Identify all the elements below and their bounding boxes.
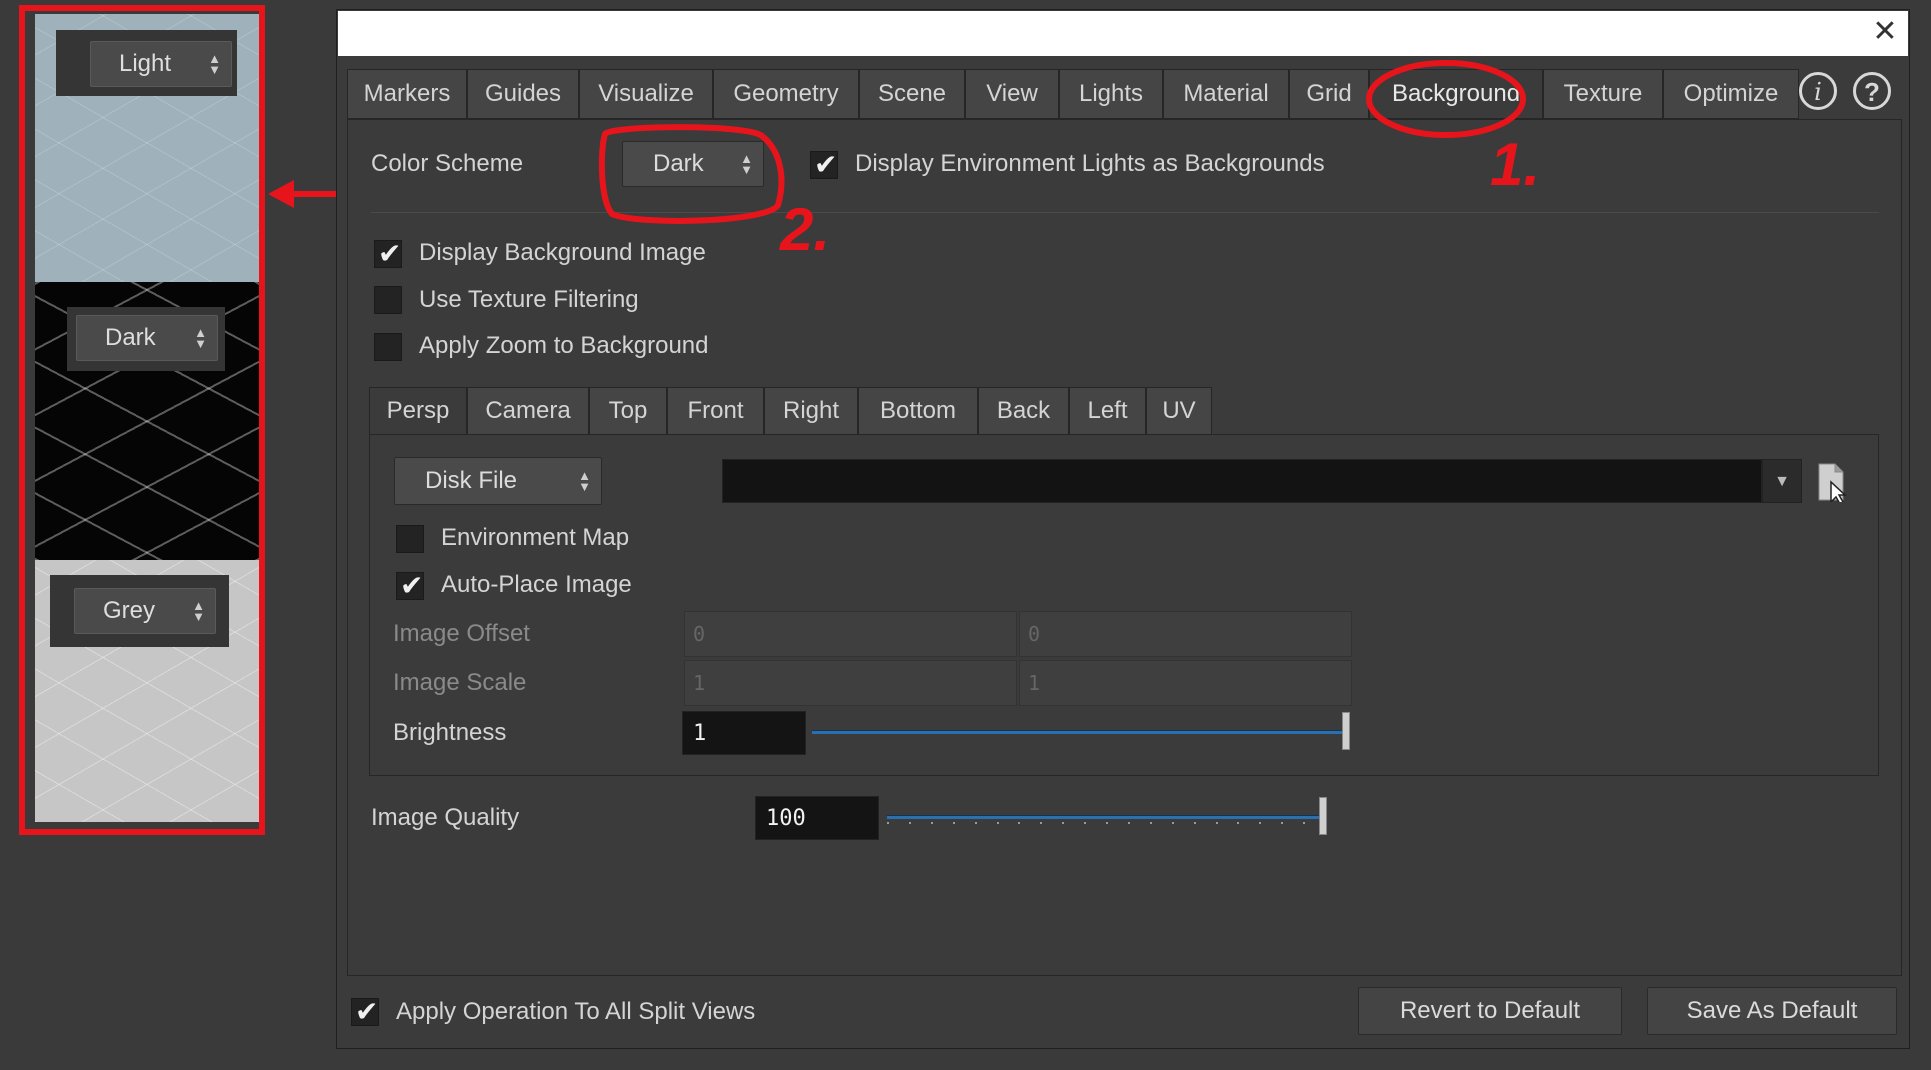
image-quality-ticks xyxy=(887,822,1327,826)
apply-zoom-checkbox[interactable] xyxy=(374,333,402,361)
texture-filtering-checkbox[interactable] xyxy=(374,286,402,314)
tab-geometry[interactable]: Geometry xyxy=(713,69,859,119)
tab-uv[interactable]: UV xyxy=(1146,387,1212,435)
image-scale-label: Image Scale xyxy=(393,669,527,696)
slider-tick xyxy=(952,822,955,824)
apply-all-splits-label: Apply Operation To All Split Views xyxy=(396,998,756,1025)
image-quality-label: Image Quality xyxy=(371,804,520,831)
file-chooser-icon[interactable] xyxy=(1817,462,1847,502)
tab-view[interactable]: View xyxy=(965,69,1059,119)
tab-material[interactable]: Material xyxy=(1163,69,1289,119)
tab-front[interactable]: Front xyxy=(667,387,764,435)
tab-grid[interactable]: Grid xyxy=(1289,69,1369,119)
auto-place-label: Auto-Place Image xyxy=(441,571,632,598)
slider-tick xyxy=(1127,822,1130,824)
slider-tick xyxy=(1018,822,1021,824)
image-path-input[interactable] xyxy=(722,459,1762,503)
tab-camera[interactable]: Camera xyxy=(467,387,589,435)
tab-texture[interactable]: Texture xyxy=(1543,69,1663,119)
path-history-dropdown[interactable]: ▼ xyxy=(1762,459,1802,503)
color-scheme-value: Dark xyxy=(653,150,704,177)
image-quality-slider-track[interactable] xyxy=(887,815,1325,819)
slider-tick xyxy=(1106,822,1108,824)
info-icon[interactable]: i xyxy=(1799,72,1837,110)
slider-tick xyxy=(1281,822,1284,824)
color-scheme-dropdown[interactable]: Dark ▲ ▼ xyxy=(622,141,764,187)
slider-tick xyxy=(1040,822,1043,824)
brightness-slider-handle[interactable] xyxy=(1342,712,1350,750)
tab-markers[interactable]: Markers xyxy=(347,69,467,119)
brightness-label: Brightness xyxy=(393,719,507,746)
tab-visualize[interactable]: Visualize xyxy=(579,69,713,119)
image-quality-input[interactable]: 100 xyxy=(755,796,879,840)
image-quality-slider-handle[interactable] xyxy=(1319,797,1327,835)
step-2-annotation: 2. xyxy=(780,196,831,263)
image-offset-label: Image Offset xyxy=(393,620,530,647)
env-lights-bg-checkbox[interactable] xyxy=(810,148,838,181)
tab-scene[interactable]: Scene xyxy=(859,69,965,119)
slider-tick xyxy=(908,822,911,824)
env-lights-bg-label: Display Environment Lights as Background… xyxy=(855,150,1325,177)
image-source-dropdown[interactable]: Disk File ▲ ▼ xyxy=(394,457,602,505)
tab-left[interactable]: Left xyxy=(1069,387,1146,435)
slider-tick xyxy=(1149,822,1152,824)
annotation-arrow-head xyxy=(268,180,294,208)
preview-highlight-frame xyxy=(19,5,265,835)
revert-to-default-button[interactable]: Revert to Default xyxy=(1358,987,1622,1035)
environment-map-label: Environment Map xyxy=(441,524,630,551)
slider-tick xyxy=(887,822,889,824)
display-bg-image-checkbox[interactable] xyxy=(374,237,402,270)
help-icon[interactable]: ? xyxy=(1853,72,1891,110)
tab-lights[interactable]: Lights xyxy=(1059,69,1163,119)
slider-tick xyxy=(1215,822,1218,824)
slider-tick xyxy=(1171,822,1174,824)
apply-zoom-label: Apply Zoom to Background xyxy=(419,332,709,359)
section-divider xyxy=(371,212,1879,213)
dialog-titlebar xyxy=(338,11,1908,56)
tab-bottom[interactable]: Bottom xyxy=(858,387,978,435)
slider-tick xyxy=(1259,822,1262,824)
save-as-default-button[interactable]: Save As Default xyxy=(1647,987,1897,1035)
tab-optimize[interactable]: Optimize xyxy=(1663,69,1799,119)
tab-persp[interactable]: Persp xyxy=(369,387,467,435)
slider-tick xyxy=(1084,822,1087,824)
display-bg-image-label: Display Background Image xyxy=(419,239,706,266)
tab-guides[interactable]: Guides xyxy=(467,69,579,119)
slider-tick xyxy=(974,822,977,824)
slider-tick xyxy=(996,822,999,824)
image-offset-y-field[interactable]: 0 xyxy=(1019,611,1352,657)
brightness-slider-track[interactable] xyxy=(812,730,1347,734)
view-tab-bar: Persp Camera Top Front Right Bottom Back… xyxy=(369,387,1212,435)
main-tab-bar: Markers Guides Visualize Geometry Scene … xyxy=(347,69,1799,119)
apply-all-splits-checkbox[interactable] xyxy=(351,995,379,1028)
tab-top[interactable]: Top xyxy=(589,387,667,435)
image-offset-x-field[interactable]: 0 xyxy=(684,611,1017,657)
tab-background[interactable]: Background xyxy=(1369,69,1543,119)
tab-right[interactable]: Right xyxy=(764,387,858,435)
tab-back[interactable]: Back xyxy=(978,387,1069,435)
spinner-arrows-icon: ▲ ▼ xyxy=(578,468,591,494)
slider-tick xyxy=(1237,822,1240,824)
image-scale-x-field[interactable]: 1 xyxy=(684,660,1017,706)
auto-place-checkbox[interactable] xyxy=(396,569,424,602)
close-icon[interactable]: ✕ xyxy=(1868,14,1902,50)
step-1-annotation: 1. xyxy=(1490,131,1541,198)
image-source-value: Disk File xyxy=(425,467,518,494)
environment-map-checkbox[interactable] xyxy=(396,525,424,553)
color-scheme-label: Color Scheme xyxy=(371,150,524,177)
texture-filtering-label: Use Texture Filtering xyxy=(419,286,639,313)
spinner-arrows-icon: ▲ ▼ xyxy=(740,151,753,177)
slider-tick xyxy=(930,822,933,824)
brightness-input[interactable]: 1 xyxy=(682,711,806,755)
image-scale-y-field[interactable]: 1 xyxy=(1019,660,1352,706)
slider-tick xyxy=(1303,822,1306,824)
slider-tick xyxy=(1193,822,1196,824)
slider-tick xyxy=(1062,822,1065,824)
